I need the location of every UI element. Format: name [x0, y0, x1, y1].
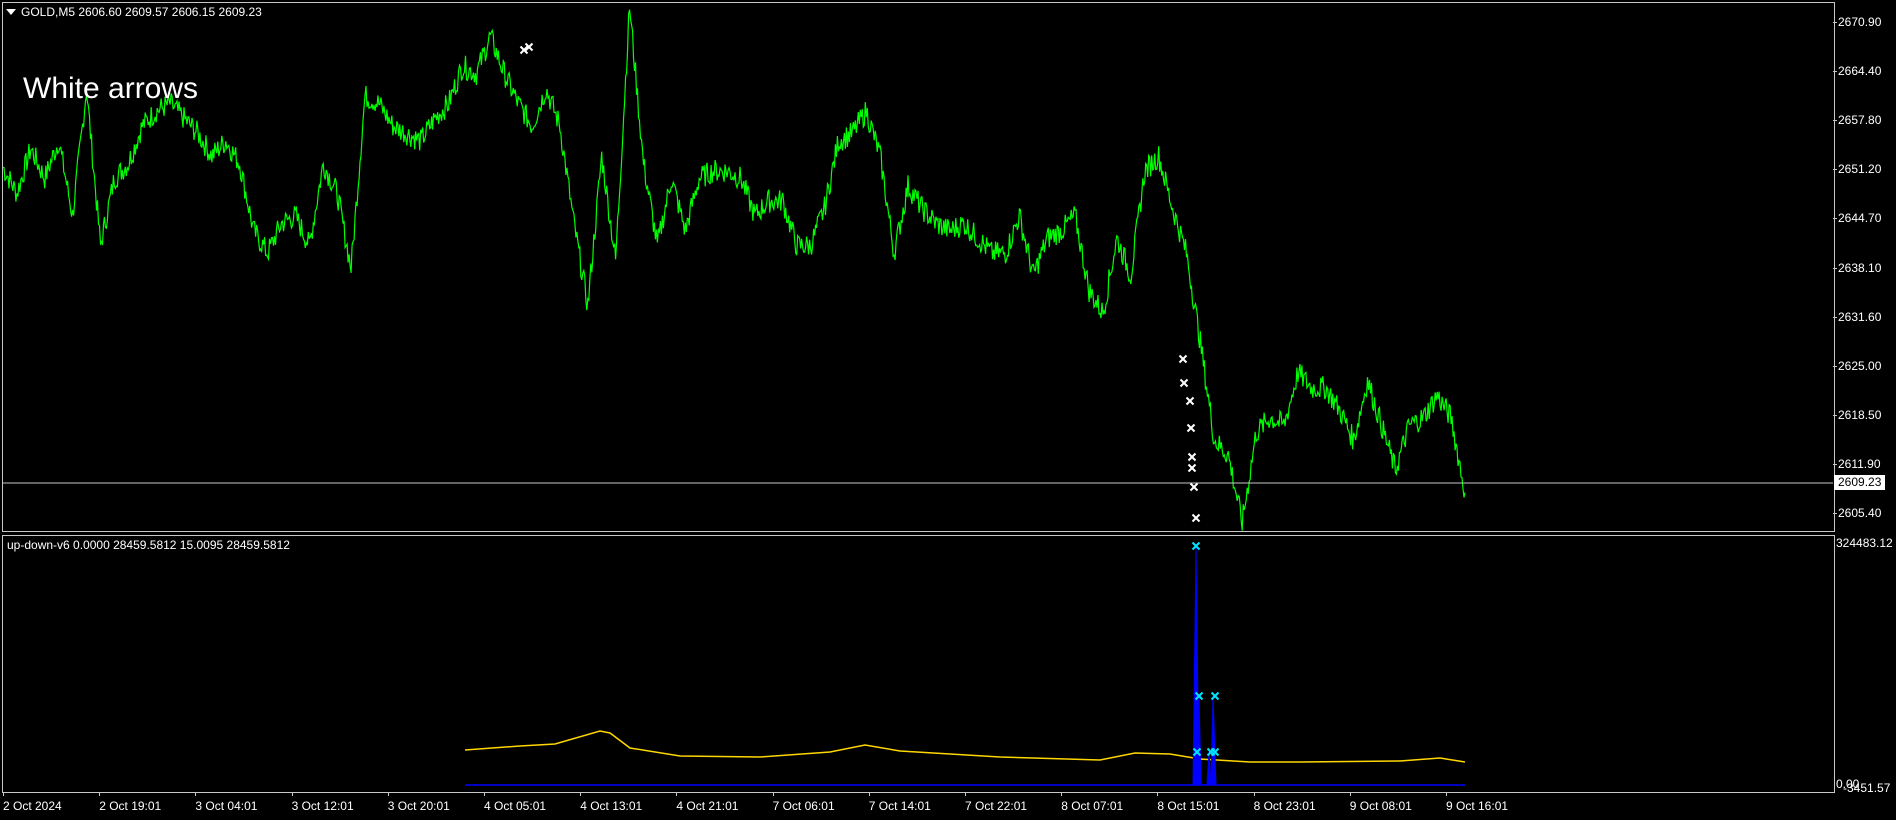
price-series-line	[2, 9, 1466, 531]
indicator-tick: -3451.57	[1843, 781, 1891, 795]
time-tick: 8 Oct 23:01	[1253, 792, 1316, 813]
indicator-info: up-down-v6 0.0000 28459.5812 15.0095 284…	[7, 538, 290, 552]
time-tick: 2 Oct 2024	[3, 792, 62, 813]
time-tick: 4 Oct 05:01	[484, 792, 547, 813]
price-tick: 2670.90	[1832, 15, 1882, 29]
price-tick: 2638.10	[1832, 260, 1882, 275]
arrow-marker	[1186, 423, 1196, 433]
chart-annotation: White arrows	[23, 72, 199, 105]
time-tick: 4 Oct 21:01	[676, 792, 739, 813]
time-tick: 4 Oct 13:01	[580, 792, 643, 813]
current-price-label: 2609.23	[1834, 475, 1886, 490]
arrow-marker	[1187, 463, 1197, 473]
price-tick: 2618.50	[1832, 407, 1882, 422]
time-tick: 9 Oct 16:01	[1446, 792, 1509, 813]
price-tick: 2657.80	[1832, 113, 1882, 128]
price-layer	[2, 9, 1833, 531]
arrow-marker	[1185, 396, 1195, 406]
time-tick: 7 Oct 06:01	[772, 792, 835, 813]
arrow-marker	[1179, 378, 1189, 388]
time-tick: 3 Oct 20:01	[387, 792, 450, 813]
time-tick: 2 Oct 19:01	[99, 792, 162, 813]
triangle-down-icon[interactable]	[6, 8, 16, 15]
time-tick: 8 Oct 07:01	[1061, 792, 1124, 813]
arrow-marker	[1191, 513, 1201, 523]
symbol-header[interactable]: GOLD,M5 2606.60 2609.57 2606.15 2609.23	[6, 5, 262, 19]
time-tick: 8 Oct 15:01	[1157, 792, 1220, 813]
arrow-marker	[1178, 354, 1188, 364]
time-tick: 9 Oct 08:01	[1349, 792, 1412, 813]
price-tick: 2625.00	[1832, 358, 1882, 373]
symbol-info: GOLD,M5 2606.60 2609.57 2606.15 2609.23	[21, 5, 262, 19]
indicator-spike	[1197, 695, 1202, 786]
price-tick: 2611.90	[1833, 456, 1881, 471]
price-tick: 2631.60	[1832, 309, 1882, 324]
time-tick: 3 Oct 12:01	[291, 792, 354, 813]
time-tick: 7 Oct 14:01	[868, 792, 931, 813]
indicator-spike	[1206, 751, 1212, 786]
indicator-spike	[1210, 695, 1217, 786]
price-tick: 2644.70	[1832, 211, 1882, 226]
chart-canvas[interactable]	[0, 0, 1896, 820]
indicator-smooth-line	[464, 730, 1466, 763]
price-tick: 2651.20	[1832, 162, 1882, 177]
arrow-marker	[1189, 482, 1199, 492]
time-tick: 7 Oct 22:01	[965, 792, 1028, 813]
indicator-layer	[464, 541, 1466, 786]
arrow-marker	[1187, 452, 1197, 462]
indicator-tick: 324483.12	[1836, 536, 1893, 550]
price-tick: 2664.40	[1832, 64, 1882, 79]
time-tick: 3 Oct 04:01	[195, 792, 258, 813]
price-tick: 2605.40	[1832, 506, 1882, 520]
